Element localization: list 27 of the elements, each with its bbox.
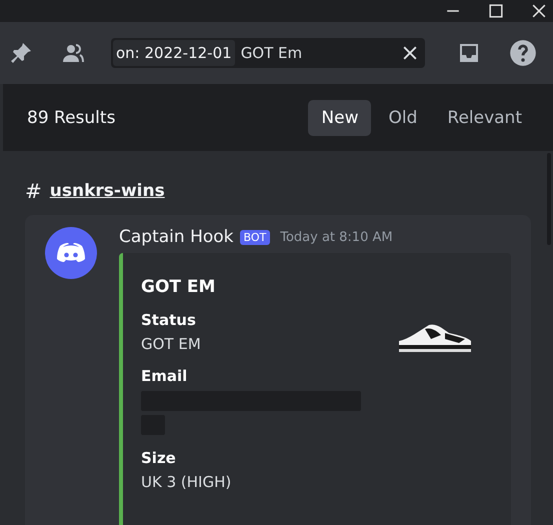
message-time: Today at 8:10 AM	[280, 230, 393, 244]
field-name: Size	[141, 449, 177, 467]
channel-link[interactable]: usnkrs-wins	[50, 181, 165, 201]
field-value: GOT EM	[141, 335, 202, 353]
clear-icon[interactable]	[403, 46, 417, 60]
embed-title: GOT EM	[141, 277, 216, 297]
maximize-icon[interactable]	[489, 4, 503, 18]
help-icon[interactable]	[509, 39, 537, 67]
avatar-icon	[45, 227, 97, 279]
inbox-icon[interactable]	[457, 41, 481, 65]
author-name[interactable]: Captain Hook	[119, 227, 234, 247]
field-name: Status	[141, 311, 197, 329]
sort-tab[interactable]: New	[308, 100, 372, 136]
search-filter[interactable]: on: 2022-12-01	[113, 40, 235, 66]
channel-hash: #	[25, 179, 42, 203]
message-card[interactable]: Captain Hook BOT Today at 8:10 AM GOT EM Status GOT EM Email Size UK 3 (HIGH)	[25, 215, 531, 525]
bot-tag: BOT	[240, 230, 270, 244]
close-icon[interactable]	[532, 4, 546, 18]
search-input[interactable]: GOT Em	[234, 44, 403, 62]
members-icon[interactable]	[61, 41, 85, 65]
search-field[interactable]: on: 2022-12-01 GOT Em	[111, 38, 425, 68]
results-count: 89 Results	[27, 108, 116, 128]
sort-tab[interactable]: Old	[375, 100, 430, 136]
sort-tab[interactable]: Relevant	[434, 100, 535, 136]
field-value: UK 3 (HIGH)	[141, 473, 232, 491]
pin-icon[interactable]	[9, 41, 33, 65]
field-name: Email	[141, 367, 188, 385]
